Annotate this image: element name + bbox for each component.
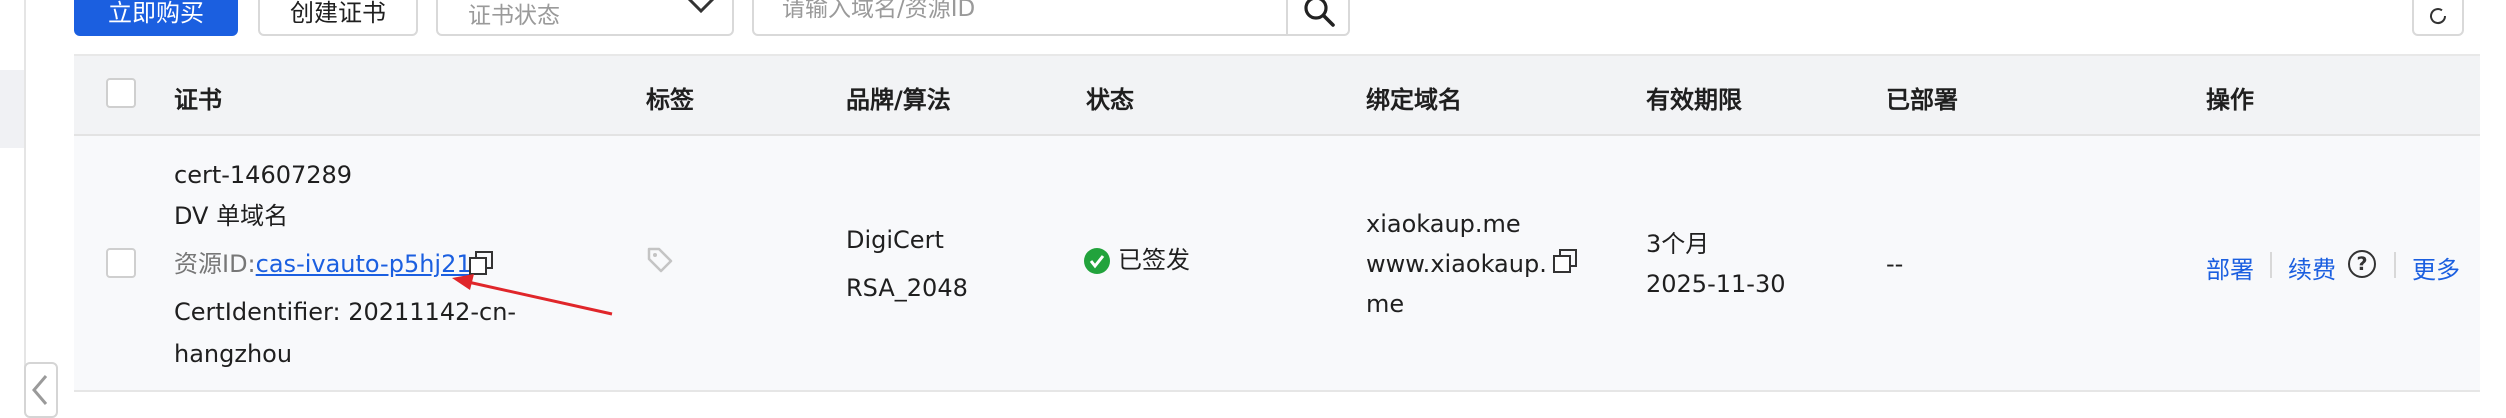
search-icon — [1304, 0, 1335, 27]
row-checkbox[interactable] — [106, 248, 136, 278]
column-header-bound-domain: 绑定域名 — [1366, 86, 1462, 114]
action-divider — [2270, 252, 2272, 278]
deploy-button[interactable]: 部署 — [2206, 250, 2254, 285]
certificate-name: cert-14607289 — [174, 161, 353, 189]
bound-domain-secondary: www.xiaokaup. — [1366, 250, 1547, 278]
column-header-actions: 操作 — [2206, 86, 2254, 114]
column-header-deployed: 已部署 — [1886, 86, 1958, 114]
validity-period: 3个月 — [1646, 230, 1710, 258]
bound-domain-secondary-continued: me — [1366, 290, 1405, 318]
buy-now-button[interactable]: 立即购买 — [74, 0, 238, 36]
certificate-algorithm: RSA_2048 — [846, 274, 968, 302]
search-button[interactable] — [1286, 0, 1350, 34]
chevron-left-icon — [32, 375, 48, 405]
deployed-count: -- — [1886, 250, 1904, 278]
certificate-status-select[interactable]: 证书状态 — [436, 0, 734, 36]
resource-id-label: 资源ID: — [174, 250, 256, 278]
column-header-tags: 标签 — [646, 86, 694, 114]
sidebar-collapse-button[interactable] — [24, 362, 58, 418]
action-divider — [2394, 252, 2396, 278]
column-header-status: 状态 — [1086, 86, 1134, 114]
search-input[interactable] — [782, 0, 1262, 22]
renew-button[interactable]: 续费 — [2288, 250, 2336, 285]
status-text: 已签发 — [1118, 246, 1190, 274]
select-all-checkbox[interactable] — [106, 78, 136, 108]
tag-icon[interactable] — [646, 246, 674, 274]
annotation-arrow — [452, 274, 613, 316]
more-button[interactable]: 更多 — [2412, 250, 2460, 285]
cert-identifier-continued: hangzhou — [174, 340, 293, 368]
chevron-down-icon — [687, 0, 715, 14]
create-certificate-button[interactable]: 创建证书 — [258, 0, 418, 36]
certificate-brand: DigiCert — [846, 226, 944, 254]
column-header-brand-algorithm: 品牌/算法 — [846, 86, 951, 114]
sidebar-active-item[interactable] — [0, 70, 24, 148]
expiry-date: 2025-11-30 — [1646, 270, 1786, 298]
certificate-type: DV 单域名 — [174, 202, 289, 230]
copy-icon[interactable] — [1552, 248, 1580, 276]
help-icon[interactable]: ? — [2348, 250, 2376, 278]
refresh-icon — [2430, 8, 2447, 25]
bound-domain-primary: xiaokaup.me — [1366, 210, 1521, 238]
status-select-placeholder: 证书状态 — [468, 3, 560, 29]
search-box — [752, 0, 1350, 36]
check-circle-icon — [1084, 248, 1110, 274]
left-sidebar — [0, 0, 26, 408]
resource-id-row: 资源ID:cas-ivauto-p5hj21 — [174, 244, 472, 284]
table-header — [74, 54, 2480, 136]
column-header-validity: 有效期限 — [1646, 86, 1742, 114]
refresh-button[interactable] — [2412, 0, 2464, 36]
column-header-certificate: 证书 — [174, 86, 222, 114]
